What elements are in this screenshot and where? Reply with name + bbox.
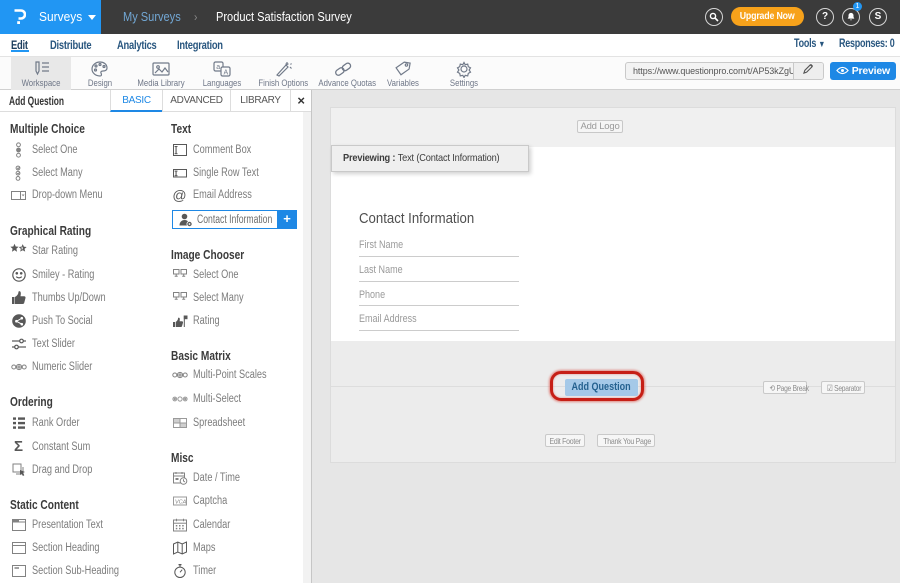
svg-text:a: a	[216, 64, 220, 71]
svg-text:VCA: VCA	[175, 499, 187, 505]
svg-text:A: A	[224, 70, 229, 77]
